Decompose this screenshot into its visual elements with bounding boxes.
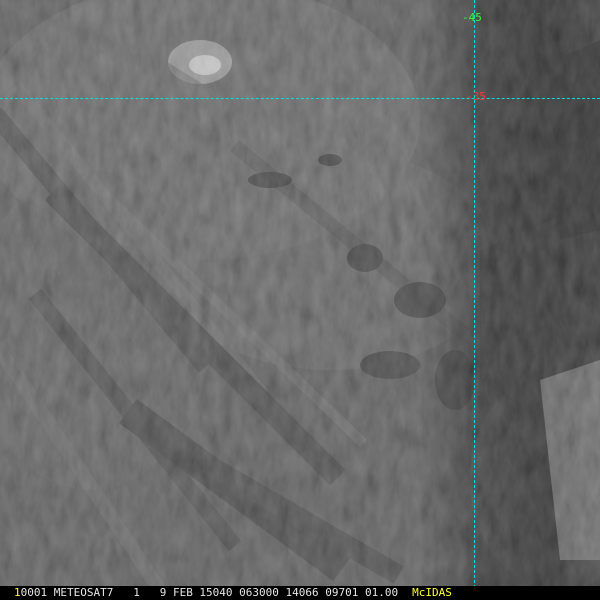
mcidas-brand-label: McIDAS [412,586,452,599]
latitude-label: -45 [462,11,482,24]
satellite-viewer: -45 -35 10001 METEOSAT7 1 9 FEB 15040 06… [0,0,600,600]
longitude-label: -35 [466,90,486,103]
image-metadata-text: 0001 METEOSAT7 1 9 FEB 15040 063000 1406… [20,586,399,599]
longitude-grid-line [474,0,475,588]
satellite-image [0,0,600,600]
status-bar: 10001 METEOSAT7 1 9 FEB 15040 063000 140… [0,586,600,600]
frame-number: 1 [14,586,21,599]
latitude-grid-line [0,98,600,99]
